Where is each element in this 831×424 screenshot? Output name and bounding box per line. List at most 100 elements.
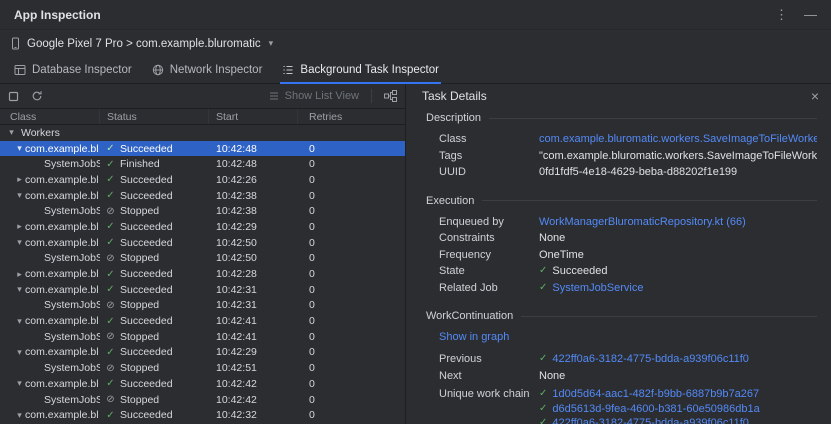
section-title: Execution — [426, 195, 817, 207]
cell-status: Stopped — [120, 362, 159, 374]
cell-retries: 0 — [298, 221, 405, 233]
tab-network-inspector[interactable]: Network Inspector — [142, 57, 273, 83]
table-group-row[interactable]: ▾Workers — [0, 125, 405, 141]
table-row[interactable]: ▾com.example.bl✓Succeeded10:42:500 — [0, 235, 405, 251]
cell-start: 10:42:26 — [209, 174, 298, 186]
detail-label: State — [439, 265, 539, 278]
details-section: ExecutionEnqueued byWorkManagerBluromati… — [426, 195, 817, 295]
titlebar: App Inspection ⋮ — — [0, 0, 831, 30]
table-header: Class Status Start Retries — [0, 108, 405, 125]
more-options-icon[interactable]: ⋮ — [775, 8, 788, 21]
page-title: App Inspection — [14, 8, 101, 22]
task-details-body: DescriptionClasscom.example.bluromatic.w… — [406, 108, 831, 424]
section-title: WorkContinuation — [426, 310, 817, 322]
cell-retries: 0 — [298, 205, 405, 217]
table-row[interactable]: ▸com.example.bl✓Succeeded10:42:260 — [0, 172, 405, 188]
check-icon: ✓ — [105, 284, 116, 295]
table-row[interactable]: ▾com.example.bl✓Succeeded10:42:380 — [0, 188, 405, 204]
cell-class: SystemJobS — [44, 299, 100, 311]
table-row[interactable]: ▾com.example.bl✓Succeeded10:42:410 — [0, 313, 405, 329]
cell-retries: 0 — [298, 362, 405, 374]
table-row[interactable]: ▾com.example.bl✓Succeeded10:42:310 — [0, 282, 405, 298]
cell-status: Succeeded — [120, 315, 173, 327]
table-row[interactable]: ▾com.example.bl✓Succeeded10:42:480 — [0, 141, 405, 157]
table-row[interactable]: ▸com.example.bl✓Succeeded10:42:280 — [0, 266, 405, 282]
chevron-down-icon[interactable]: ▾ — [14, 410, 25, 421]
detail-value[interactable]: com.example.bluromatic.workers.SaveImage… — [539, 133, 817, 146]
tab-database-inspector[interactable]: Database Inspector — [4, 57, 142, 83]
hide-icon[interactable]: — — [804, 8, 817, 21]
cell-start: 10:42:32 — [209, 409, 298, 421]
details-section: DescriptionClasscom.example.bluromatic.w… — [426, 112, 817, 179]
table-row[interactable]: SystemJobS⊘Stopped10:42:380 — [0, 203, 405, 219]
cell-status: Stopped — [120, 394, 159, 406]
cell-start: 10:42:31 — [209, 299, 298, 311]
cell-class: com.example.bl — [25, 378, 99, 390]
cell-retries: 0 — [298, 346, 405, 358]
cell-start: 10:42:28 — [209, 268, 298, 280]
cell-start: 10:42:29 — [209, 346, 298, 358]
cell-class: com.example.bl — [25, 174, 99, 186]
chevron-down-icon[interactable]: ▾ — [14, 237, 25, 248]
task-details-header: Task Details × — [406, 84, 831, 108]
table-row[interactable]: SystemJobS⊘Stopped10:42:410 — [0, 329, 405, 345]
detail-value[interactable]: ✓SystemJobService — [539, 282, 643, 295]
chevron-down-icon[interactable]: ▾ — [14, 316, 25, 327]
stopped-icon: ⊘ — [105, 253, 116, 264]
detail-value: ✓Succeeded — [539, 265, 607, 278]
chevron-down-icon[interactable]: ▾ — [14, 190, 25, 201]
check-icon: ✓ — [105, 221, 116, 232]
table-row[interactable]: ▾com.example.bl✓Succeeded10:42:290 — [0, 345, 405, 361]
show-graph-view-icon[interactable] — [384, 90, 397, 102]
chevron-down-icon[interactable]: ▾ — [6, 127, 17, 138]
show-in-graph-link[interactable]: Show in graph — [439, 331, 817, 343]
stop-inspection-icon[interactable] — [8, 91, 19, 102]
cell-status: Stopped — [120, 331, 159, 343]
chevron-right-icon[interactable]: ▸ — [14, 174, 25, 185]
chevron-down-icon[interactable]: ▾ — [14, 347, 25, 358]
cell-retries: 0 — [298, 378, 405, 390]
close-icon[interactable]: × — [811, 89, 819, 103]
table-row[interactable]: SystemJobS✓Finished10:42:480 — [0, 156, 405, 172]
task-details-title: Task Details — [422, 89, 487, 103]
detail-value[interactable]: ✓422ff0a6-3182-4775-bdda-a939f06c11f0 — [539, 353, 749, 366]
table-row[interactable]: SystemJobS⊘Stopped10:42:510 — [0, 360, 405, 376]
check-icon: ✓ — [105, 269, 116, 280]
task-table-body: ▾Workers▾com.example.bl✓Succeeded10:42:4… — [0, 125, 405, 424]
table-row[interactable]: SystemJobS⊘Stopped10:42:500 — [0, 251, 405, 267]
tab-background-task-inspector[interactable]: Background Task Inspector — [272, 57, 449, 83]
detail-value[interactable]: ✓422ff0a6-3182-4775-bdda-a939f06c11f0 — [539, 417, 760, 424]
cell-retries: 0 — [298, 331, 405, 343]
column-header-start[interactable]: Start — [209, 109, 298, 124]
check-icon: ✓ — [105, 190, 116, 201]
table-row[interactable]: SystemJobS⊘Stopped10:42:310 — [0, 298, 405, 314]
chevron-right-icon[interactable]: ▸ — [14, 221, 25, 232]
column-header-retries[interactable]: Retries — [298, 109, 405, 124]
cell-retries: 0 — [298, 315, 405, 327]
cell-status: Stopped — [120, 299, 159, 311]
table-row[interactable]: ▸com.example.bl✓Succeeded10:42:290 — [0, 219, 405, 235]
table-row[interactable]: ▾com.example.bl✓Succeeded10:42:320 — [0, 407, 405, 423]
cell-status: Stopped — [120, 252, 159, 264]
cell-class: SystemJobS — [44, 205, 100, 217]
cell-class: com.example.bl — [25, 409, 99, 421]
device-process-selector[interactable]: Google Pixel 7 Pro > com.example.bluroma… — [0, 30, 831, 57]
chevron-down-icon[interactable]: ▾ — [14, 143, 25, 154]
detail-value: None — [539, 370, 565, 383]
cell-class: com.example.bl — [25, 221, 99, 233]
chevron-down-icon[interactable]: ▾ — [14, 378, 25, 389]
column-header-status[interactable]: Status — [100, 109, 209, 124]
chevron-right-icon[interactable]: ▸ — [14, 269, 25, 280]
column-header-class[interactable]: Class — [0, 109, 100, 124]
chevron-down-icon[interactable]: ▾ — [14, 284, 25, 295]
detail-value[interactable]: ✓1d0d5d64-aac1-482f-b9bb-6887b9b7a267 — [539, 388, 760, 401]
detail-value[interactable]: WorkManagerBluromaticRepository.kt (66) — [539, 216, 746, 229]
check-icon: ✓ — [105, 143, 116, 154]
cell-retries: 0 — [298, 299, 405, 311]
cell-retries: 0 — [298, 394, 405, 406]
table-row[interactable]: ▾com.example.bl✓Succeeded10:42:420 — [0, 376, 405, 392]
detail-value[interactable]: ✓d6d5613d-9fea-4600-b381-60e50986db1a — [539, 403, 760, 416]
chevron-down-icon: ▾ — [269, 38, 274, 49]
restart-inspector-icon[interactable] — [31, 90, 43, 102]
table-row[interactable]: SystemJobS⊘Stopped10:42:420 — [0, 392, 405, 408]
